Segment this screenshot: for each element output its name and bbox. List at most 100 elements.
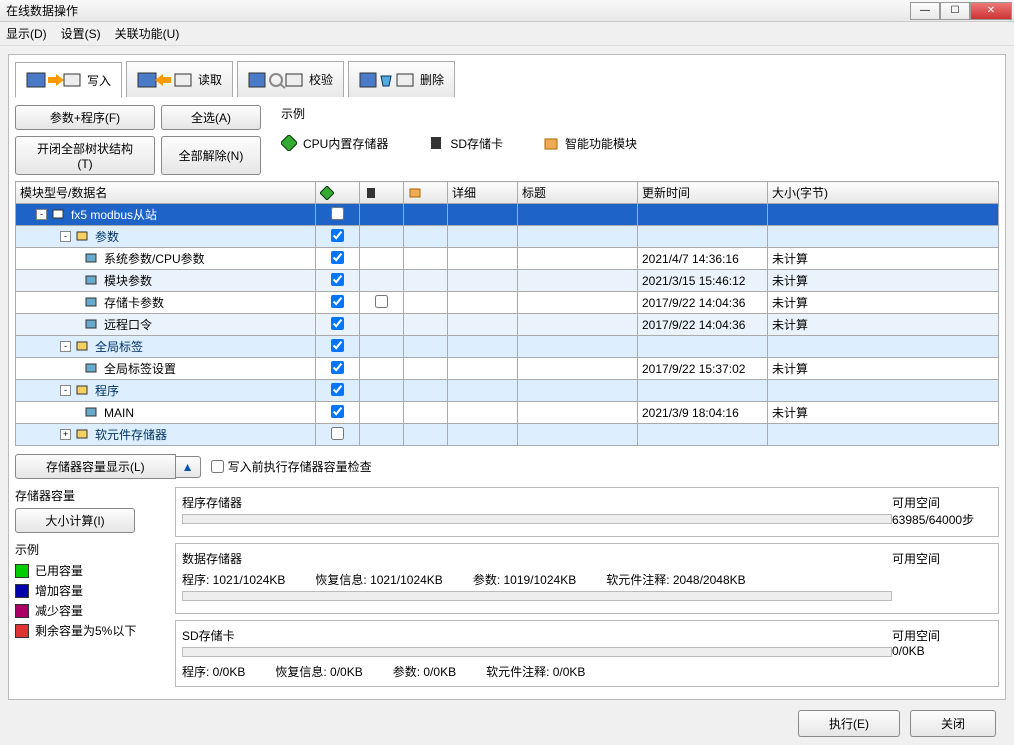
col-sd-icon bbox=[360, 182, 404, 204]
program-bar bbox=[182, 514, 892, 524]
size-calc-button[interactable]: 大小计算(I) bbox=[15, 508, 135, 533]
expander-icon[interactable]: - bbox=[60, 385, 71, 396]
legend2-title: 示例 bbox=[15, 541, 165, 558]
col-size[interactable]: 大小(字节) bbox=[768, 182, 999, 204]
row-name: 参数 bbox=[95, 228, 119, 245]
table-row[interactable]: -全局标签 bbox=[16, 336, 999, 358]
row-name: 模块参数 bbox=[104, 272, 152, 289]
toggle-tree-button[interactable]: 开闭全部树状结构(T) bbox=[15, 136, 155, 175]
row-size: 未计算 bbox=[768, 314, 999, 336]
menu-related[interactable]: 关联功能(U) bbox=[115, 25, 180, 42]
row-updated bbox=[638, 204, 768, 226]
row-size: 未计算 bbox=[768, 292, 999, 314]
menu-display[interactable]: 显示(D) bbox=[6, 25, 47, 42]
row-checkbox[interactable] bbox=[331, 317, 344, 330]
table-row[interactable]: 全局标签设置2017/9/22 15:37:02未计算 bbox=[16, 358, 999, 380]
expander-icon[interactable]: - bbox=[60, 231, 71, 242]
row-updated: 2017/9/22 14:04:36 bbox=[638, 314, 768, 336]
row-updated bbox=[638, 226, 768, 248]
item-icon bbox=[84, 317, 100, 333]
col-detail[interactable]: 详细 bbox=[448, 182, 518, 204]
row-size: 未计算 bbox=[768, 358, 999, 380]
close-dialog-button[interactable]: 关闭 bbox=[910, 710, 996, 737]
row-updated bbox=[638, 380, 768, 402]
write-icon bbox=[26, 69, 81, 91]
table-row[interactable]: MAIN2021/3/9 18:04:16未计算 bbox=[16, 402, 999, 424]
swatch-reduced bbox=[15, 604, 29, 618]
col-module-icon bbox=[404, 182, 448, 204]
sd-bar bbox=[182, 647, 892, 657]
table-row[interactable]: 存储卡参数 2017/9/22 14:04:36未计算 bbox=[16, 292, 999, 314]
swatch-remain bbox=[15, 624, 29, 638]
row-updated: 2021/3/15 15:46:12 bbox=[638, 270, 768, 292]
program-storage-box: 程序存储器 可用空间 63985/64000步 bbox=[175, 487, 999, 537]
maximize-button[interactable]: ☐ bbox=[940, 2, 970, 20]
tab-read[interactable]: 读取 bbox=[126, 61, 233, 97]
storage-display-button[interactable]: 存储器容量显示(L) ▲ bbox=[15, 454, 201, 479]
swatch-used bbox=[15, 564, 29, 578]
table-row[interactable]: - 参数 bbox=[16, 226, 999, 248]
row-checkbox[interactable] bbox=[331, 361, 344, 374]
legend-title: 示例 bbox=[281, 105, 999, 122]
row-checkbox[interactable] bbox=[331, 405, 344, 418]
row-name: 程序 bbox=[95, 382, 119, 399]
read-icon bbox=[137, 69, 192, 91]
table-row[interactable]: 模块参数 2021/3/15 15:46:12未计算 bbox=[16, 270, 999, 292]
close-button[interactable]: ✕ bbox=[970, 2, 1012, 20]
table-row[interactable]: -fx5 modbus从站 bbox=[16, 204, 999, 226]
item-icon bbox=[84, 361, 100, 377]
chevron-up-icon[interactable]: ▲ bbox=[176, 456, 201, 478]
storage-capacity-label: 存储器容量 bbox=[15, 487, 165, 504]
precheck-checkbox[interactable] bbox=[211, 460, 224, 473]
tab-write[interactable]: 写入 bbox=[15, 62, 122, 98]
row-updated bbox=[638, 424, 768, 446]
row-checkbox[interactable] bbox=[331, 383, 344, 396]
select-all-button[interactable]: 全选(A) bbox=[161, 105, 261, 130]
row-name: 全局标签设置 bbox=[104, 360, 176, 377]
expander-icon[interactable]: - bbox=[36, 209, 47, 220]
col-updated[interactable]: 更新时间 bbox=[638, 182, 768, 204]
row-checkbox[interactable] bbox=[331, 295, 344, 308]
row-size: 未计算 bbox=[768, 248, 999, 270]
item-icon bbox=[84, 273, 100, 289]
row-checkbox[interactable] bbox=[331, 427, 344, 440]
row-size bbox=[768, 336, 999, 358]
row-checkbox[interactable] bbox=[331, 251, 344, 264]
table-row[interactable]: 远程口令 2017/9/22 14:04:36未计算 bbox=[16, 314, 999, 336]
row-name: 远程口令 bbox=[104, 316, 152, 333]
item-icon bbox=[84, 251, 100, 267]
row-size: 未计算 bbox=[768, 270, 999, 292]
titlebar: 在线数据操作 — ☐ ✕ bbox=[0, 0, 1014, 22]
table-row[interactable]: +软元件存储器 bbox=[16, 424, 999, 446]
minimize-button[interactable]: — bbox=[910, 2, 940, 20]
precheck-label[interactable]: 写入前执行存储器容量检查 bbox=[211, 458, 372, 475]
tab-bar: 写入 读取 校验 删除 bbox=[15, 61, 999, 97]
row-checkbox[interactable] bbox=[331, 273, 344, 286]
row-size bbox=[768, 424, 999, 446]
row-updated: 2021/3/9 18:04:16 bbox=[638, 402, 768, 424]
item-icon bbox=[75, 229, 91, 245]
deselect-all-button[interactable]: 全部解除(N) bbox=[161, 136, 261, 175]
row-checkbox[interactable] bbox=[331, 229, 344, 242]
row-checkbox-sd[interactable] bbox=[375, 295, 388, 308]
row-size bbox=[768, 204, 999, 226]
tab-delete[interactable]: 删除 bbox=[348, 61, 455, 97]
tab-verify[interactable]: 校验 bbox=[237, 61, 344, 97]
col-name[interactable]: 模块型号/数据名 bbox=[16, 182, 316, 204]
row-checkbox[interactable] bbox=[331, 207, 344, 220]
row-updated: 2017/9/22 14:04:36 bbox=[638, 292, 768, 314]
row-name: 存储卡参数 bbox=[104, 294, 164, 311]
swatch-added bbox=[15, 584, 29, 598]
data-bar bbox=[182, 591, 892, 601]
table-row[interactable]: - 程序 bbox=[16, 380, 999, 402]
execute-button[interactable]: 执行(E) bbox=[798, 710, 900, 737]
table-row[interactable]: 系统参数/CPU参数2021/4/7 14:36:16未计算 bbox=[16, 248, 999, 270]
row-checkbox[interactable] bbox=[331, 339, 344, 352]
col-title[interactable]: 标题 bbox=[518, 182, 638, 204]
menu-settings[interactable]: 设置(S) bbox=[61, 25, 101, 42]
item-icon bbox=[75, 339, 91, 355]
data-table: 模块型号/数据名 详细 标题 更新时间 大小(字节) -fx5 modbus从站… bbox=[15, 181, 999, 446]
expander-icon[interactable]: - bbox=[60, 341, 71, 352]
param-program-button[interactable]: 参数+程序(F) bbox=[15, 105, 155, 130]
expander-icon[interactable]: + bbox=[60, 429, 71, 440]
